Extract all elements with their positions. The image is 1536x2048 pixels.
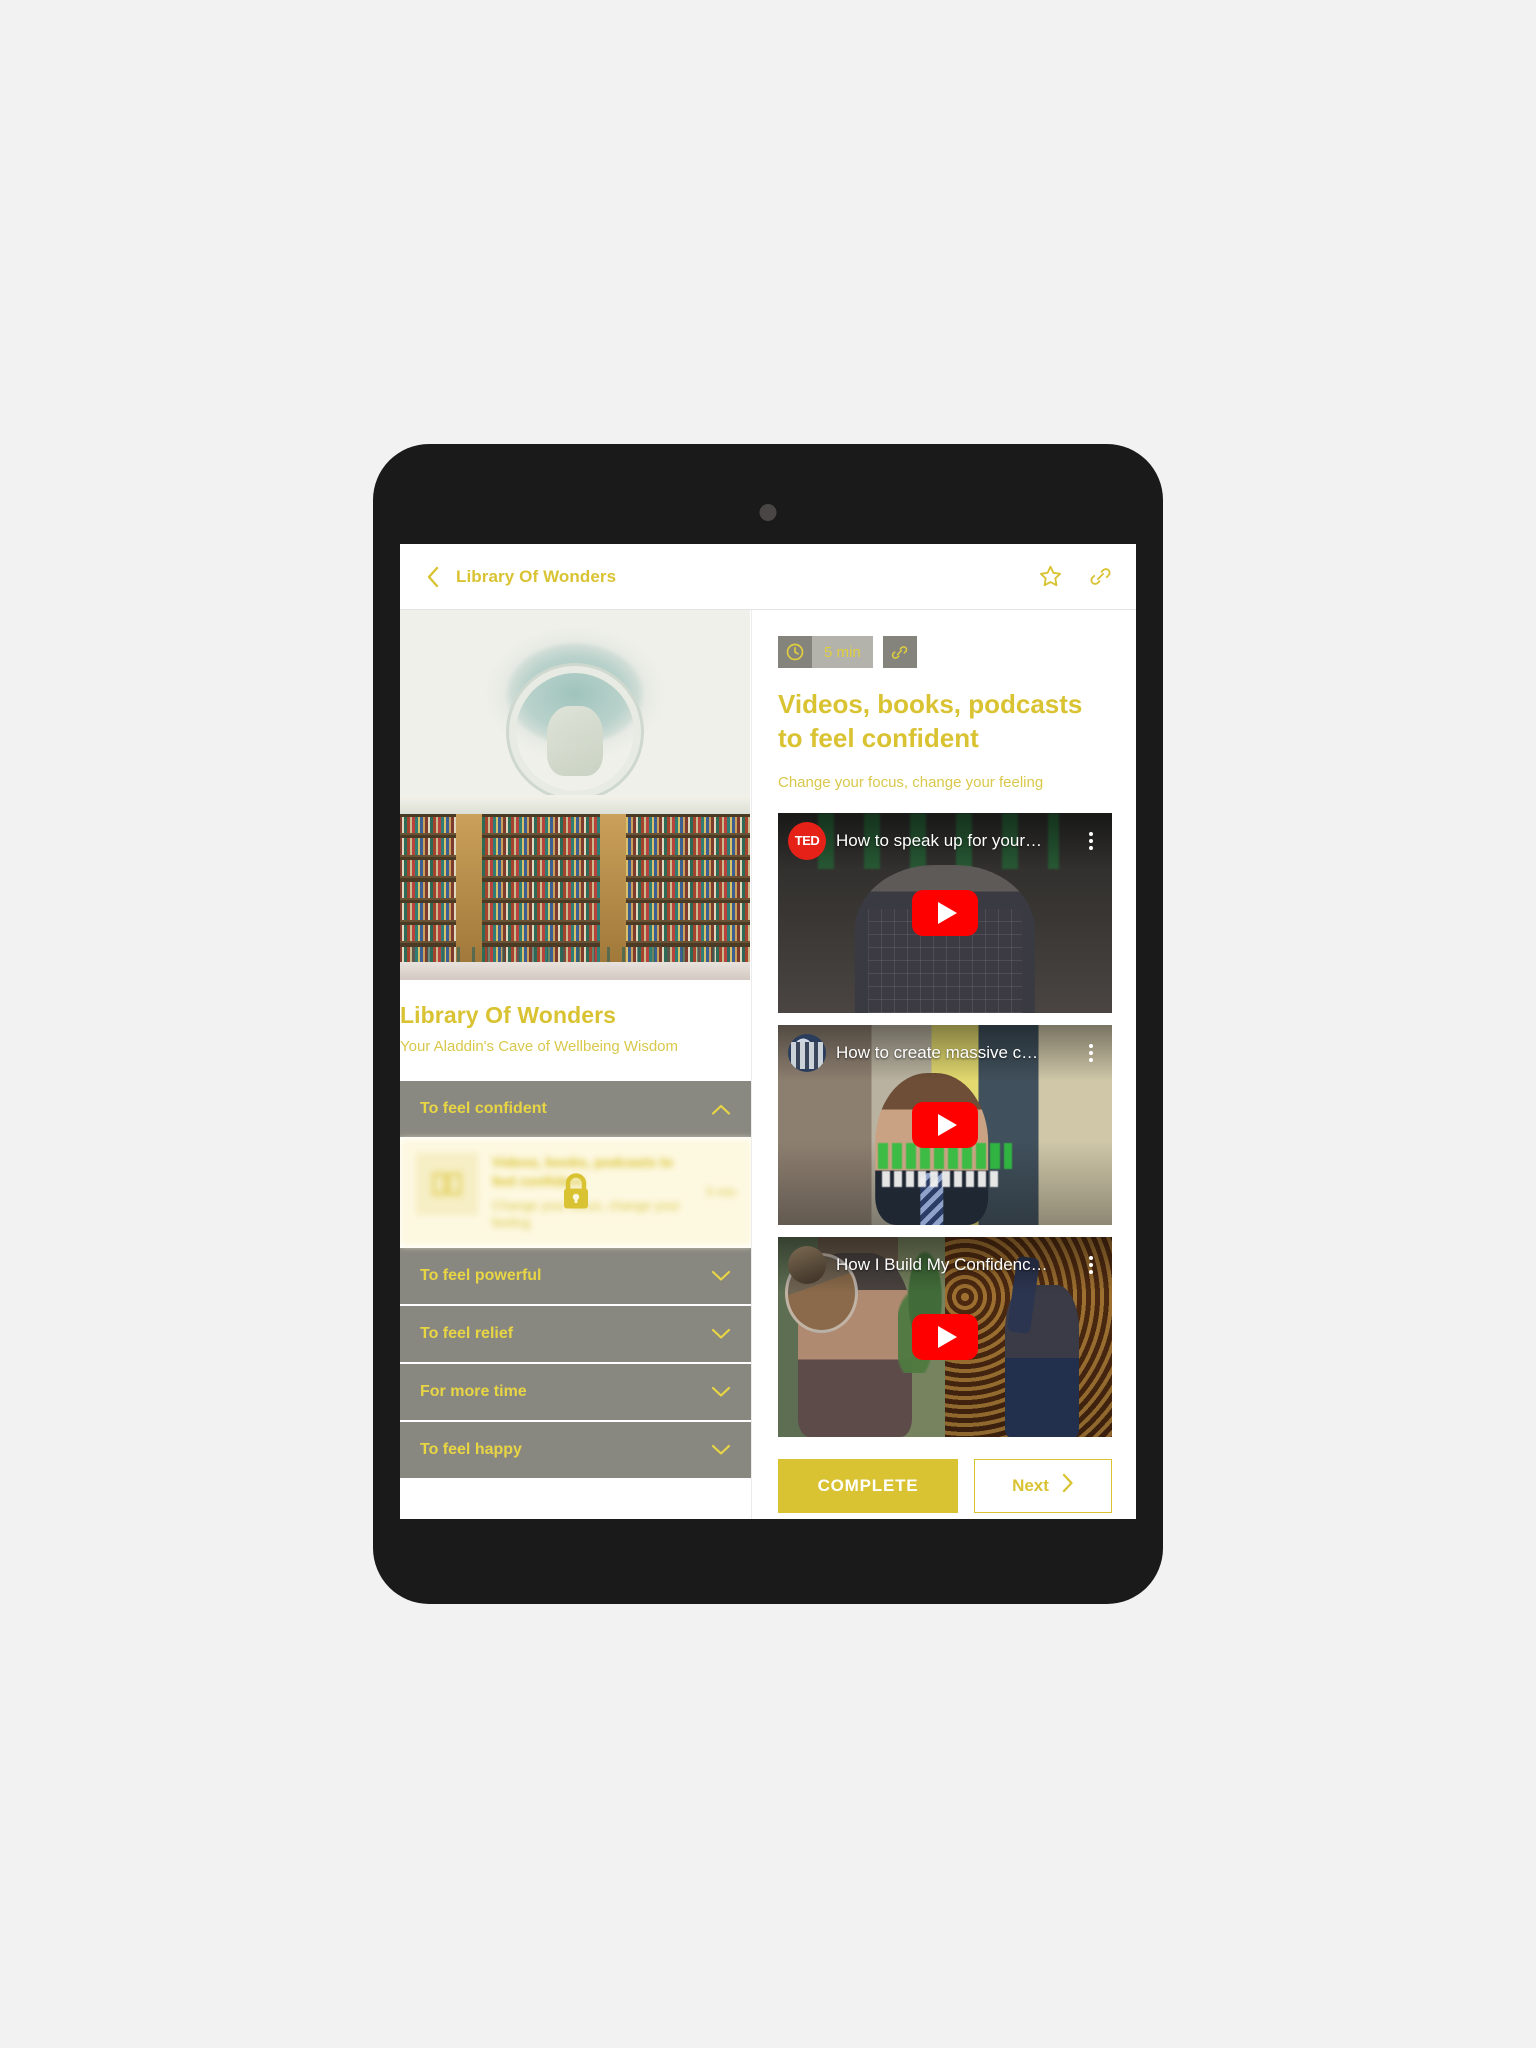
locked-lesson-duration: 5 min	[706, 1185, 736, 1200]
accordion-label: To feel relief	[420, 1324, 514, 1342]
accordion-item-to-feel-powerful[interactable]: To feel powerful	[400, 1247, 751, 1304]
app-screen: Library Of Wonders Library Of Wonders Yo…	[400, 544, 1136, 1519]
video-titlebar: TED How to speak up for your…	[778, 812, 1112, 869]
library-title: Library Of Wonders	[400, 1002, 617, 1028]
left-pane[interactable]: Library Of Wonders Your Aladdin's Cave o…	[400, 610, 752, 1519]
star-outline-icon[interactable]	[1036, 563, 1064, 591]
accordion-label: For more time	[420, 1382, 527, 1400]
video-titlebar: How to create massive c…	[778, 1024, 1112, 1081]
chevron-down-icon	[710, 1265, 732, 1287]
channel-avatar-icon	[788, 1033, 826, 1072]
app-bar: Library Of Wonders	[400, 544, 1136, 610]
chevron-down-icon	[710, 1439, 732, 1461]
accordion-panel-wrap: Videos, books, podcasts to feel confiden…	[400, 1139, 751, 1246]
hero-relief-figure	[547, 706, 603, 777]
library-hero-image	[400, 610, 750, 980]
page-title: Library Of Wonders	[456, 566, 617, 586]
chevron-up-icon	[710, 1098, 732, 1120]
category-accordion: To feel confident Videos, books, podcast…	[400, 1081, 751, 1478]
chevron-right-icon	[1061, 1473, 1074, 1498]
content-split: Library Of Wonders Your Aladdin's Cave o…	[400, 610, 1136, 1519]
tablet-device: Library Of Wonders Library Of Wonders Yo…	[373, 444, 1163, 1604]
hero-base	[400, 961, 750, 980]
book-icon	[416, 1153, 478, 1215]
kebab-menu-icon[interactable]	[1080, 1255, 1102, 1274]
accordion-item-to-feel-confident[interactable]: To feel confident	[400, 1081, 751, 1137]
youtube-play-icon[interactable]	[912, 1101, 978, 1148]
right-pane: 5 min Videos, books, podcasts to feel co…	[752, 610, 1136, 1519]
video-titlebar: How I Build My Confidenc…	[778, 1236, 1112, 1293]
complete-button[interactable]: COMPLETE	[778, 1458, 958, 1513]
accordion-label: To feel powerful	[420, 1266, 542, 1284]
video-card[interactable]: How I Build My Confidenc…	[778, 1236, 1112, 1437]
kebab-menu-icon[interactable]	[1080, 831, 1102, 850]
lesson-subtitle: Change your focus, change your feeling	[778, 773, 1044, 791]
ted-logo-icon: TED	[788, 821, 826, 860]
chevron-left-icon[interactable]	[422, 566, 444, 588]
chevron-down-icon	[710, 1323, 732, 1345]
accordion-label: To feel confident	[420, 1100, 547, 1117]
video-title: How I Build My Confidenc…	[836, 1254, 1048, 1274]
kebab-menu-icon[interactable]	[1080, 1043, 1102, 1062]
link-icon[interactable]	[882, 636, 917, 668]
channel-avatar-icon	[788, 1245, 826, 1284]
youtube-play-icon[interactable]	[912, 889, 978, 936]
lesson-title: Videos, books, podcasts to feel confiden…	[778, 689, 1083, 753]
accordion-item-to-feel-happy[interactable]: To feel happy	[400, 1421, 751, 1478]
accordion-label: To feel happy	[420, 1440, 522, 1458]
library-subtitle: Your Aladdin's Cave of Wellbeing Wisdom	[400, 1038, 679, 1055]
video-list: TED How to speak up for your… How to cre…	[778, 812, 1112, 1437]
link-icon[interactable]	[1086, 563, 1114, 591]
video-title: How to create massive c…	[836, 1042, 1039, 1062]
video-card[interactable]: How to create massive c…	[778, 1024, 1112, 1225]
next-button[interactable]: Next	[974, 1458, 1112, 1513]
duration-badge: 5 min	[778, 636, 873, 668]
lesson-meta-row: 5 min	[778, 636, 1112, 668]
action-button-row: COMPLETE Next	[778, 1437, 1112, 1519]
accordion-item-to-feel-relief[interactable]: To feel relief	[400, 1305, 751, 1362]
app-bar-actions	[1036, 563, 1114, 591]
next-button-label: Next	[1012, 1475, 1049, 1495]
duration-label: 5 min	[812, 636, 873, 668]
lock-icon	[559, 1172, 593, 1212]
accordion-item-for-more-time[interactable]: For more time	[400, 1363, 751, 1420]
video-card[interactable]: TED How to speak up for your…	[778, 812, 1112, 1013]
clock-icon	[778, 636, 812, 668]
youtube-play-icon[interactable]	[912, 1313, 978, 1360]
video-title: How to speak up for your…	[836, 830, 1042, 850]
hero-bookshelves	[400, 813, 750, 980]
front-camera	[759, 504, 777, 521]
chevron-down-icon	[710, 1381, 732, 1403]
